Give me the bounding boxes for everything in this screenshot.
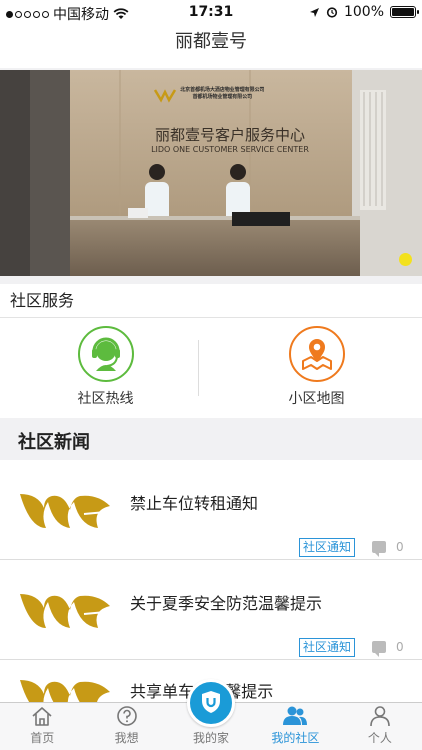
location-arrow-icon: [309, 7, 319, 17]
logo-thumbnail-icon: [20, 494, 110, 528]
banner-sign-company-2: 首都机场物业管理有限公司: [192, 93, 253, 100]
battery-icon: [390, 6, 419, 18]
service-hotline-label: 社区热线: [77, 391, 134, 407]
community-services: 社区服务 社区热线 小区地图: [0, 284, 422, 418]
comment-count: 0: [372, 540, 404, 557]
comment-icon: [372, 641, 386, 657]
comment-count: 0: [372, 640, 404, 657]
tab-profile[interactable]: 个人: [338, 703, 422, 750]
news-item[interactable]: 禁止车位转租通知 社区通知 0: [0, 460, 422, 560]
news-title: 社区新闻: [0, 426, 422, 460]
tab-home-label: 首页: [30, 731, 55, 745]
alarm-icon: [326, 7, 338, 18]
tab-want-label: 我想: [114, 731, 139, 745]
community-icon: [283, 706, 308, 725]
logo-thumbnail-icon: [20, 594, 110, 628]
map-pin-icon: [288, 326, 345, 382]
tab-want[interactable]: 我想: [84, 703, 168, 750]
service-map[interactable]: 小区地图: [211, 318, 422, 418]
carousel-indicator[interactable]: [399, 253, 412, 266]
logo-thumbnail-icon: [20, 680, 110, 702]
services-grid: 社区热线 小区地图: [0, 318, 422, 418]
question-icon: [116, 706, 137, 726]
nav-bar: 丽都壹号: [0, 24, 422, 68]
services-title: 社区服务: [0, 284, 422, 318]
tab-my-home[interactable]: 我的家: [169, 679, 253, 750]
status-right: 100%: [309, 4, 419, 20]
page-title: 丽都壹号: [175, 31, 247, 52]
news-tag[interactable]: 社区通知: [299, 638, 356, 657]
battery-label: 100%: [343, 4, 384, 20]
comment-count-value: 0: [396, 640, 404, 654]
news-item-title: 禁止车位转租通知: [130, 494, 259, 513]
banner-sign: 北京首都机场大酒店物业管理有限公司 首都机场物业管理有限公司 丽都壹号客户服务中…: [130, 86, 330, 154]
news-item-title: 关于夏季安全防范温馨提示: [130, 594, 323, 613]
home-icon: [32, 707, 52, 726]
news-list: 禁止车位转租通知 社区通知 0 关于夏季安全防范温馨提示 社区通知 0 共享单车…: [0, 460, 422, 702]
tab-home[interactable]: 首页: [0, 703, 84, 750]
shield-u-icon: [187, 679, 236, 727]
tab-my-home-label: 我的家: [193, 731, 230, 745]
news-tag[interactable]: 社区通知: [299, 538, 356, 557]
tab-my-community[interactable]: 我的社区: [253, 703, 337, 750]
headset-icon: [77, 326, 134, 382]
comment-count-value: 0: [396, 540, 404, 554]
service-map-label: 小区地图: [288, 391, 345, 407]
news-item[interactable]: 关于夏季安全防范温馨提示 社区通知 0: [0, 560, 422, 660]
banner-sign-english: LIDO ONE CUSTOMER SERVICE CENTER: [151, 145, 309, 154]
service-divider: [198, 340, 199, 396]
banner-sign-main: 丽都壹号客户服务中心: [154, 126, 305, 144]
tab-my-community-label: 我的社区: [271, 731, 320, 745]
banner-sign-company-1: 北京首都机场大酒店物业管理有限公司: [180, 86, 265, 93]
tab-profile-label: 个人: [367, 731, 392, 745]
banner-carousel[interactable]: 北京首都机场大酒店物业管理有限公司 首都机场物业管理有限公司 丽都壹号客户服务中…: [0, 70, 422, 276]
service-hotline[interactable]: 社区热线: [0, 318, 211, 418]
comment-icon: [372, 541, 386, 557]
status-bar: 中国移动 17:31 100%: [0, 0, 422, 24]
tab-bar: 首页 我想 我的家 我的社区 个人: [0, 679, 422, 750]
person-icon: [370, 706, 390, 727]
